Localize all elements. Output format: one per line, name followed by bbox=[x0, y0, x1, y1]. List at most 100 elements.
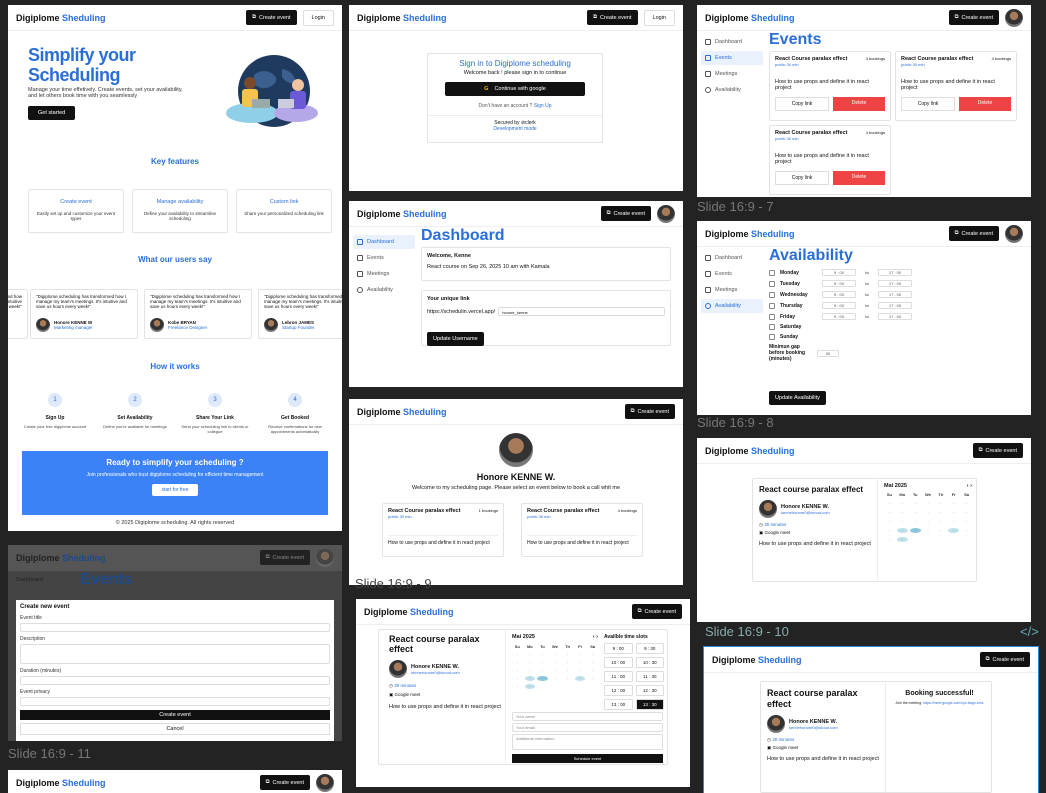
sidebar-item-events[interactable]: Events bbox=[701, 267, 763, 281]
time-slot[interactable]: 12 : 00 bbox=[604, 685, 633, 696]
create-event-button[interactable]: ⧉ Create event bbox=[948, 226, 999, 241]
modal-cancel-button[interactable]: Cancel bbox=[20, 723, 330, 735]
username-input[interactable]: honore_kenne bbox=[498, 307, 665, 316]
brand-logo[interactable]: Digiplome Sheduling bbox=[357, 209, 447, 219]
name-input[interactable]: Your name bbox=[512, 712, 663, 721]
create-event-button[interactable]: ⧉ Create event bbox=[631, 604, 682, 619]
brand-logo[interactable]: Digiplome Sheduling bbox=[16, 778, 106, 788]
time-slot[interactable]: 11 : 00 bbox=[604, 671, 633, 682]
update-username-button[interactable]: Update Username bbox=[427, 332, 484, 346]
sidebar-item-meetings[interactable]: Meetings bbox=[353, 267, 415, 281]
sidebar-item-dashboard[interactable]: Dashboard bbox=[16, 577, 43, 583]
day-checkbox[interactable] bbox=[769, 324, 775, 330]
to-select[interactable]: 17 : 00 bbox=[878, 302, 912, 309]
time-slot[interactable]: 11 : 30 bbox=[635, 671, 664, 682]
description-input[interactable] bbox=[20, 644, 330, 664]
time-slot[interactable]: 10 : 30 bbox=[635, 657, 664, 668]
create-event-button[interactable]: ⧉ Create event bbox=[259, 775, 310, 790]
day-checkbox[interactable] bbox=[769, 313, 775, 320]
google-button[interactable]: G Continue with google bbox=[445, 82, 585, 96]
day-checkbox[interactable] bbox=[769, 269, 775, 276]
delete-button[interactable]: Delete bbox=[833, 171, 885, 185]
from-select[interactable]: 9 : 00 bbox=[822, 313, 856, 320]
duration-input[interactable] bbox=[20, 676, 330, 685]
time-slot[interactable]: 13 : 00 bbox=[604, 699, 633, 710]
avatar[interactable] bbox=[1005, 8, 1023, 27]
create-event-button[interactable]: ⧉ Create event bbox=[624, 404, 675, 419]
gap-input[interactable]: 30 bbox=[817, 349, 839, 357]
sidebar-item-dashboard[interactable]: Dashboard bbox=[353, 235, 415, 249]
create-event-button[interactable]: ⧉ Create event bbox=[587, 10, 638, 25]
delete-button[interactable]: Delete bbox=[959, 97, 1011, 111]
from-select[interactable]: 9 : 00 bbox=[822, 302, 856, 309]
from-select[interactable]: 9 : 00 bbox=[822, 280, 856, 287]
modal-create-button[interactable]: Create event bbox=[20, 710, 330, 720]
login-button[interactable]: Login bbox=[302, 9, 334, 26]
time-slot[interactable]: 9 : 00 bbox=[604, 643, 633, 654]
brand-logo[interactable]: Digiplome Sheduling bbox=[705, 229, 795, 239]
update-availability-button[interactable]: Update Availability bbox=[769, 391, 826, 405]
brand-logo[interactable]: Digiplome Sheduling bbox=[705, 13, 795, 23]
sign-up-link[interactable]: Sign Up bbox=[534, 103, 552, 109]
sidebar-item-availability[interactable]: Availability bbox=[701, 299, 763, 313]
brand-logo[interactable]: Digiplome Sheduling bbox=[16, 553, 106, 563]
create-event-button[interactable]: ⧉ Create event bbox=[600, 206, 651, 221]
copy-link-button[interactable]: Copy link bbox=[775, 171, 829, 185]
sidebar-item-events[interactable]: Events bbox=[701, 51, 763, 65]
brand-logo[interactable]: Digiplome Sheduling bbox=[357, 407, 447, 417]
create-event-button[interactable]: ⧉ Create event bbox=[972, 443, 1023, 458]
additional-info-input[interactable]: Additional information bbox=[512, 734, 663, 750]
email-input[interactable]: Your email bbox=[512, 723, 663, 732]
avatar[interactable] bbox=[1005, 224, 1023, 243]
to-select[interactable]: 17 : 00 bbox=[878, 313, 912, 320]
sidebar-item-dashboard[interactable]: Dashboard bbox=[701, 251, 763, 265]
event-card[interactable]: React Course paralax effect 1 bookings pu… bbox=[382, 503, 504, 557]
avatar[interactable] bbox=[657, 204, 675, 223]
copy-link-button[interactable]: Copy link bbox=[775, 97, 829, 111]
from-select[interactable]: 9 : 00 bbox=[822, 291, 856, 298]
event-title-input[interactable] bbox=[20, 623, 330, 632]
time-slot-selected[interactable]: 13 : 30 bbox=[635, 699, 664, 710]
sidebar-item-dashboard[interactable]: Dashboard bbox=[701, 35, 763, 49]
brand-logo[interactable]: Digiplome Sheduling bbox=[16, 13, 106, 23]
event-card[interactable]: React Course paralax effect 4 bookings pu… bbox=[521, 503, 643, 557]
create-event-button[interactable]: ⧉ Create event bbox=[259, 550, 310, 565]
time-slot[interactable]: 12 : 30 bbox=[635, 685, 664, 696]
avatar[interactable] bbox=[316, 548, 334, 567]
day-checkbox[interactable] bbox=[769, 334, 775, 340]
day-checkbox[interactable] bbox=[769, 302, 775, 309]
sidebar-item-meetings[interactable]: Meetings bbox=[701, 283, 763, 297]
time-slot[interactable]: 10 : 00 bbox=[604, 657, 633, 668]
day-checkbox[interactable] bbox=[769, 291, 775, 298]
to-select[interactable]: 17 : 00 bbox=[878, 280, 912, 287]
get-started-button[interactable]: Get started bbox=[28, 106, 76, 120]
time-slot[interactable]: 9 : 30 bbox=[635, 643, 664, 654]
sidebar-item-availability[interactable]: Availability bbox=[701, 83, 763, 97]
delete-button[interactable]: Delete bbox=[833, 97, 885, 111]
copy-link-button[interactable]: Copy link bbox=[901, 97, 955, 111]
schedule-button[interactable]: Schedule event bbox=[512, 754, 663, 763]
brand-logo[interactable]: Digiplome Sheduling bbox=[712, 655, 802, 665]
to-select[interactable]: 17 : 00 bbox=[878, 291, 912, 298]
slot-grid[interactable]: 9 : 00 9 : 30 10 : 00 10 : 30 11 : 00 11 : … bbox=[604, 643, 664, 710]
sidebar-item-availability[interactable]: Availability bbox=[353, 283, 415, 297]
brand-logo[interactable]: Digiplome Sheduling bbox=[364, 607, 454, 617]
create-event-button[interactable]: ⧉ Create event bbox=[246, 10, 297, 25]
calendar-grid[interactable]: Su Mo Tu We Th Fr Sa · · · · · · · · · · · · · · · · · · · · · ·… bbox=[512, 644, 598, 689]
code-icon[interactable]: </> bbox=[1020, 624, 1039, 639]
from-select[interactable]: 9 : 00 bbox=[822, 269, 856, 276]
month-nav-icon[interactable]: ‹ › bbox=[593, 634, 598, 640]
login-button[interactable]: Login bbox=[643, 9, 675, 26]
privacy-select[interactable] bbox=[20, 697, 330, 706]
month-nav-icon[interactable]: ‹ › bbox=[967, 483, 972, 489]
to-select[interactable]: 17 : 00 bbox=[878, 269, 912, 276]
sidebar-item-events[interactable]: Events bbox=[353, 251, 415, 265]
avatar[interactable] bbox=[316, 773, 334, 792]
day-checkbox[interactable] bbox=[769, 280, 775, 287]
meet-link[interactable]: https://meet.google.com/xyz-bwgz-bmc bbox=[923, 701, 984, 705]
brand-logo[interactable]: Digiplome Sheduling bbox=[705, 446, 795, 456]
start-free-button[interactable]: start for free bbox=[151, 484, 199, 496]
brand-logo[interactable]: Digiplome Sheduling bbox=[357, 13, 447, 23]
create-event-button[interactable]: ⧉ Create event bbox=[948, 10, 999, 25]
sidebar-item-meetings[interactable]: Meetings bbox=[701, 67, 763, 81]
